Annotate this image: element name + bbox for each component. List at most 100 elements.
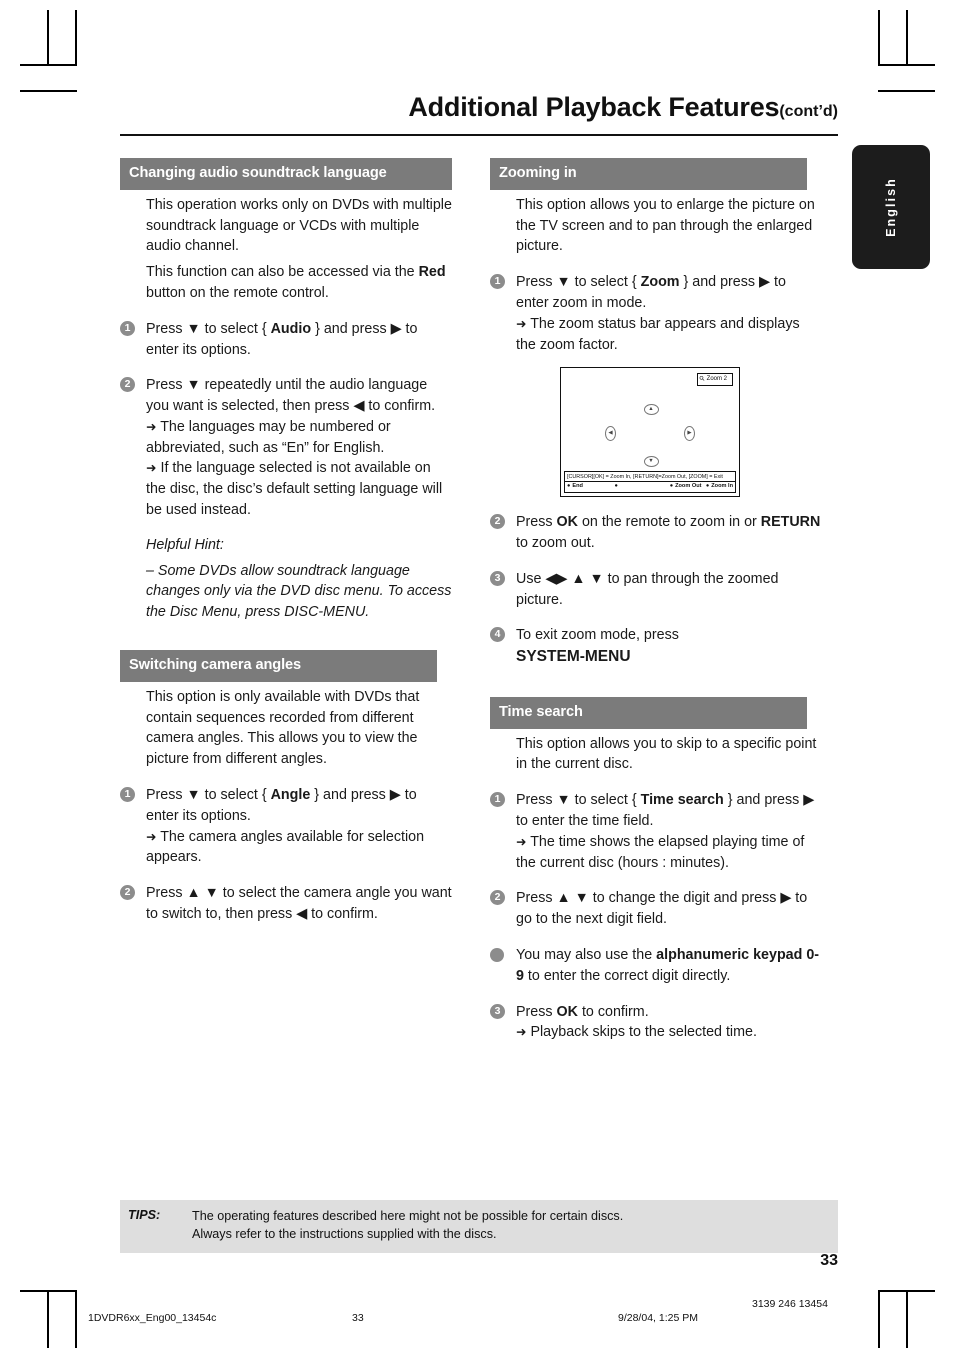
step-number: 3 (490, 570, 505, 586)
crop-mark-tl-v2 (75, 10, 77, 66)
step-text-b: to confirm. (577, 1003, 649, 1020)
osd-legend-item: ● Zoom In (706, 482, 733, 491)
zoom-intro: This option allows you to enlarge the pi… (516, 196, 815, 255)
right-column: Zooming in This option allows you to enl… (490, 158, 822, 1043)
section-heading-time-search: Time search (490, 696, 807, 729)
helpful-hint-title: Helpful Hint: (146, 536, 224, 553)
step-text-a: Press ▼ repeatedly until the audio langu… (146, 377, 436, 415)
step-number: 1 (490, 274, 505, 290)
step-text-a: You may also use the (516, 946, 657, 963)
step-number: 2 (120, 885, 135, 901)
step-text-c: to zoom out. (516, 535, 595, 552)
step-text-a: To exit zoom mode, press (516, 627, 679, 644)
step-bold: SYSTEM-MENU (516, 648, 631, 666)
bullet-icon (490, 947, 504, 962)
pan-up-icon: ▲ (643, 404, 659, 416)
step-text-a: Use ◀▶ ▲ ▼ to pan through the zoomed pic… (516, 570, 779, 608)
step-text-a: Press ▼ to select { (516, 274, 641, 291)
step-result-2: ➜ If the language selected is not availa… (146, 458, 452, 520)
page-number: 33 (820, 1252, 838, 1269)
zoom-step-1: 1 Press ▼ to select { Zoom } and press ▶… (490, 272, 822, 355)
step-bold: Angle (270, 786, 311, 803)
right-arrow-icon: ➜ (146, 419, 157, 434)
crop-mark-bl-h (20, 1290, 77, 1292)
document-page: Additional Playback Features(cont’d) Eng… (0, 0, 954, 1365)
crop-mark-br-v (906, 1290, 908, 1348)
step-bold: Audio (270, 320, 312, 337)
osd-legend-label: Zoom In (711, 483, 733, 490)
step-text-a: Press (516, 514, 557, 531)
step-result-text: If the language selected is not availabl… (146, 460, 443, 519)
step-result-text: Playback skips to the selected time. (530, 1024, 757, 1041)
step-text-a: Press ▼ to select { (146, 320, 271, 337)
step-text-a: Press ▼ to select { (146, 786, 271, 803)
osd-status-bar: [CURSOR][OK] = Zoom In, [RETURN]=Zoom Ou… (564, 471, 736, 494)
crop-mark-tr-v2 (878, 10, 880, 66)
osd-legend-item: ● End (567, 482, 615, 491)
tv-screen-illustration: ⚲Zoom 2 ▲ ◀ ▶ ▼ [CURSOR][OK] = Zoom In, … (560, 367, 740, 498)
section-heading-camera-angles: Switching camera angles (120, 650, 437, 682)
page-header: Additional Playback Features(cont’d) (120, 92, 838, 123)
step-bold-2: RETURN (760, 514, 821, 531)
page-title-continued: (cont’d) (779, 103, 838, 120)
osd-legend-item: ● Zoom Out (670, 482, 706, 491)
printer-footer-code: 3139 246 13454 (752, 1298, 828, 1310)
osd-button-legend: ● End ● ● Zoom Out ● Zoom In (565, 482, 735, 492)
step-bold: OK (556, 1003, 578, 1020)
step-text-a: Press ▲ ▼ to change the digit and press … (516, 890, 808, 928)
osd-legend-label: End (572, 483, 583, 490)
dot-icon: ● (567, 483, 571, 490)
audio-step-2: 2 Press ▼ repeatedly until the audio lan… (120, 375, 452, 521)
step-number: 1 (490, 792, 505, 808)
step-number: 2 (490, 890, 505, 906)
pan-right-icon: ▶ (684, 426, 695, 442)
step-number: 1 (120, 320, 135, 336)
right-arrow-icon: ➜ (516, 1025, 527, 1040)
crop-mark-bl-v (47, 1290, 49, 1348)
printer-footer-file: 1DVDR6xx_Eng00_13454c (88, 1312, 217, 1324)
step-number: 2 (490, 514, 505, 530)
header-rule (120, 134, 838, 136)
tips-body: The operating features described here mi… (192, 1208, 623, 1244)
step-text-a: Press ▲ ▼ to select the camera angle you… (146, 885, 452, 922)
crop-mark-br-v2 (878, 1292, 880, 1348)
left-column: Changing audio soundtrack language This … (120, 158, 452, 925)
crop-mark-tl-h (20, 64, 77, 66)
right-arrow-icon: ➜ (146, 829, 157, 844)
step-result-1: ➜ The camera angles available for select… (146, 827, 452, 869)
zoom-step-3: 3 Use ◀▶ ▲ ▼ to pan through the zoomed p… (490, 569, 822, 611)
angle-intro: This option is only available with DVDs … (146, 688, 420, 768)
time-search-intro: This option allows you to skip to a spec… (516, 735, 817, 773)
dot-icon: ● (614, 483, 618, 490)
right-arrow-icon: ➜ (516, 316, 527, 331)
dot-icon: ● (669, 483, 674, 490)
printer-footer-page: 33 (352, 1312, 364, 1324)
right-arrow-icon: ➜ (516, 834, 527, 849)
step-text-b: on the remote to zoom in or (577, 514, 761, 531)
tips-box: TIPS: The operating features described h… (120, 1200, 838, 1253)
tips-line-1: The operating features described here mi… (192, 1209, 624, 1223)
audio-step-1: 1 Press ▼ to select { Audio } and press … (120, 319, 452, 361)
step-result-1: ➜ The time shows the elapsed playing tim… (516, 832, 822, 874)
step-bold: Zoom (640, 274, 680, 291)
step-result-text: The time shows the elapsed playing time … (516, 833, 805, 871)
step-result-text: The camera angles available for selectio… (146, 828, 425, 866)
tips-label: TIPS: (128, 1208, 161, 1222)
step-result-text: The zoom status bar appears and displays… (516, 315, 800, 353)
angle-step-2: 2 Press ▲ ▼ to select the camera angle y… (120, 883, 452, 925)
step-result-text: The languages may be numbered or abbrevi… (146, 418, 391, 456)
time-search-step-1: 1 Press ▼ to select { Time search } and … (490, 790, 822, 873)
right-arrow-icon: ➜ (146, 461, 157, 476)
section-heading-zooming-in: Zooming in (490, 158, 807, 190)
language-tab: English (852, 145, 930, 269)
step-text-a: Press ▼ to select { (516, 792, 641, 809)
time-search-step-2: 2 Press ▲ ▼ to change the digit and pres… (490, 888, 822, 930)
section-heading-audio-language: Changing audio soundtrack language (120, 158, 452, 190)
step-bold: OK (556, 514, 578, 531)
step-text-a: Press (516, 1003, 557, 1020)
crop-mark-bl-v2 (75, 1292, 77, 1348)
tips-line-2: Always refer to the instructions supplie… (192, 1226, 497, 1241)
zoom-step-2: 2 Press OK on the remote to zoom in or R… (490, 512, 822, 554)
